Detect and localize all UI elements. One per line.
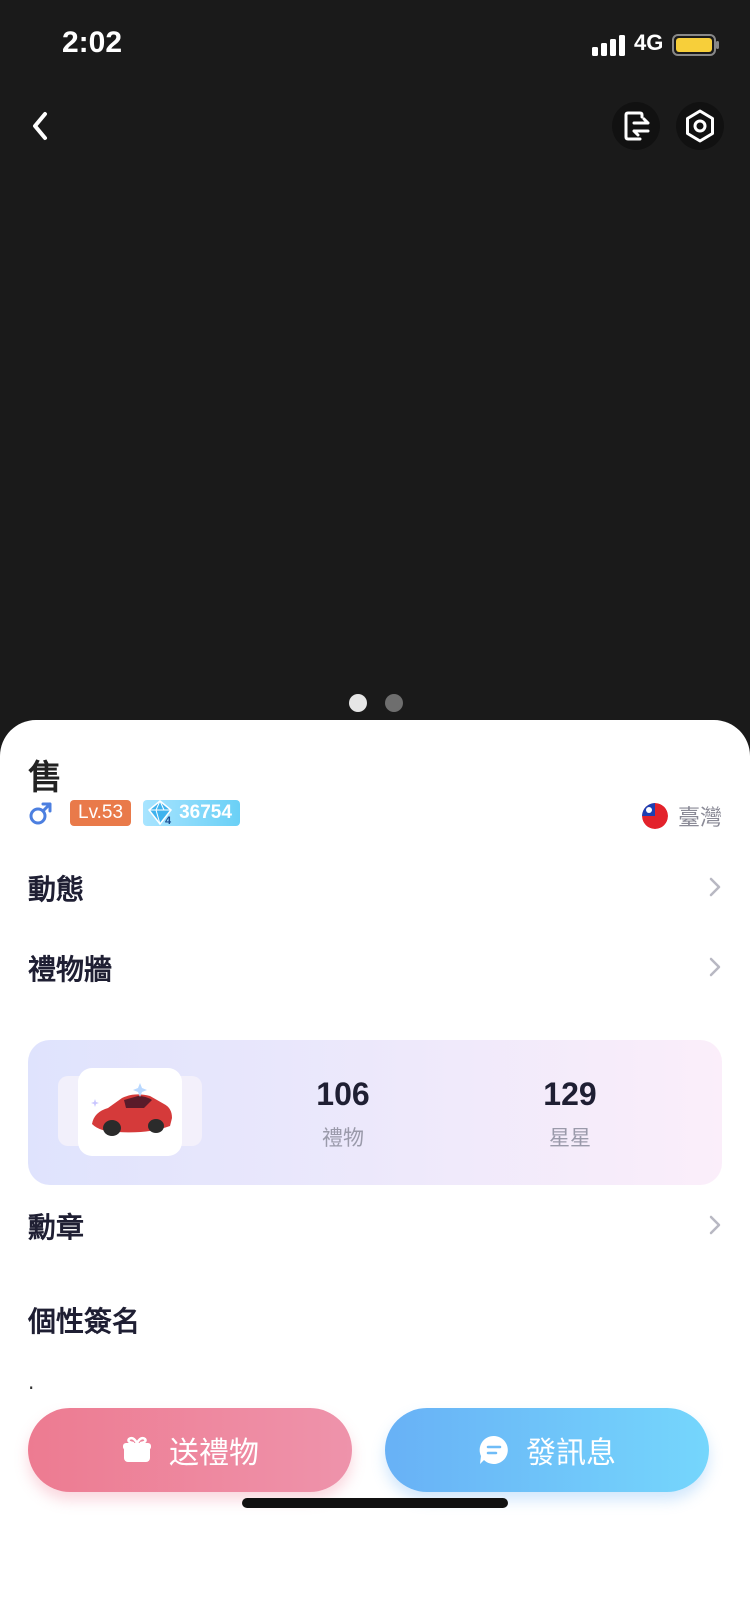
chevron-right-icon — [709, 1215, 721, 1235]
pager-dot[interactable] — [385, 694, 403, 712]
stars-count: 129 — [543, 1076, 597, 1112]
status-bar: 2:02 4G — [0, 0, 750, 90]
back-arrow-icon[interactable] — [14, 100, 66, 152]
send-message-label: 發訊息 — [526, 1436, 616, 1471]
network-type: 4G — [634, 30, 664, 55]
diamond-badge: 4 36754 — [143, 800, 240, 827]
moments-row[interactable]: 動態 — [28, 868, 722, 908]
battery-icon — [672, 34, 719, 56]
home-indicator — [242, 1498, 508, 1508]
region-name: 臺灣 — [677, 806, 722, 831]
signal-strength-icon — [592, 35, 625, 56]
profile-info-sheet: 售 Lv.53 4 36754 臺灣 動態 禮物牆 106 禮物 129 星星 … — [0, 720, 750, 1623]
send-gift-label: 送禮物 — [169, 1436, 259, 1471]
level-badge: Lv.53 — [70, 800, 132, 826]
moments-title: 動態 — [28, 873, 85, 906]
diamond-icon: 4 — [148, 800, 173, 827]
diamond-tier: 4 — [165, 815, 172, 827]
send-message-button[interactable]: 發訊息 — [385, 1408, 709, 1492]
signature-title: 個性簽名 — [28, 1305, 141, 1338]
profile-name: 售 — [28, 758, 62, 798]
gift-thumbnail — [78, 1068, 182, 1156]
gift-wall-row[interactable]: 禮物牆 — [28, 948, 722, 988]
male-gender-icon — [29, 802, 52, 825]
profile-photo-area[interactable]: 2:02 4G — [0, 0, 750, 760]
sports-car-gift-icon — [91, 1083, 172, 1136]
medals-title: 勳章 — [28, 1211, 85, 1244]
chevron-right-icon — [709, 957, 721, 977]
diamond-count: 36754 — [179, 802, 232, 823]
gift-wall-title: 禮物牆 — [28, 953, 113, 986]
settings-icon[interactable] — [674, 100, 726, 152]
region-info: 臺灣 — [641, 800, 722, 832]
signature-text: . — [28, 1370, 35, 1394]
pager-dot-active[interactable] — [349, 694, 367, 712]
chat-bubble-icon — [479, 1435, 508, 1464]
medals-row[interactable]: 勳章 — [28, 1206, 722, 1246]
gifts-label: 禮物 — [322, 1126, 364, 1150]
taiwan-flag-icon — [641, 803, 668, 829]
status-time: 2:02 — [62, 26, 123, 59]
send-gift-button[interactable]: 送禮物 — [28, 1408, 352, 1492]
chevron-right-icon — [709, 877, 721, 897]
gifts-count: 106 — [316, 1076, 370, 1112]
photo-pager — [0, 694, 750, 714]
gift-wall-card[interactable]: 106 禮物 129 星星 — [28, 1040, 722, 1185]
profile-badges: Lv.53 4 36754 — [28, 800, 240, 827]
signature-row: 個性簽名 — [28, 1300, 722, 1340]
switch-account-icon[interactable] — [610, 100, 662, 152]
stars-label: 星星 — [549, 1126, 591, 1150]
gift-icon — [123, 1436, 151, 1462]
